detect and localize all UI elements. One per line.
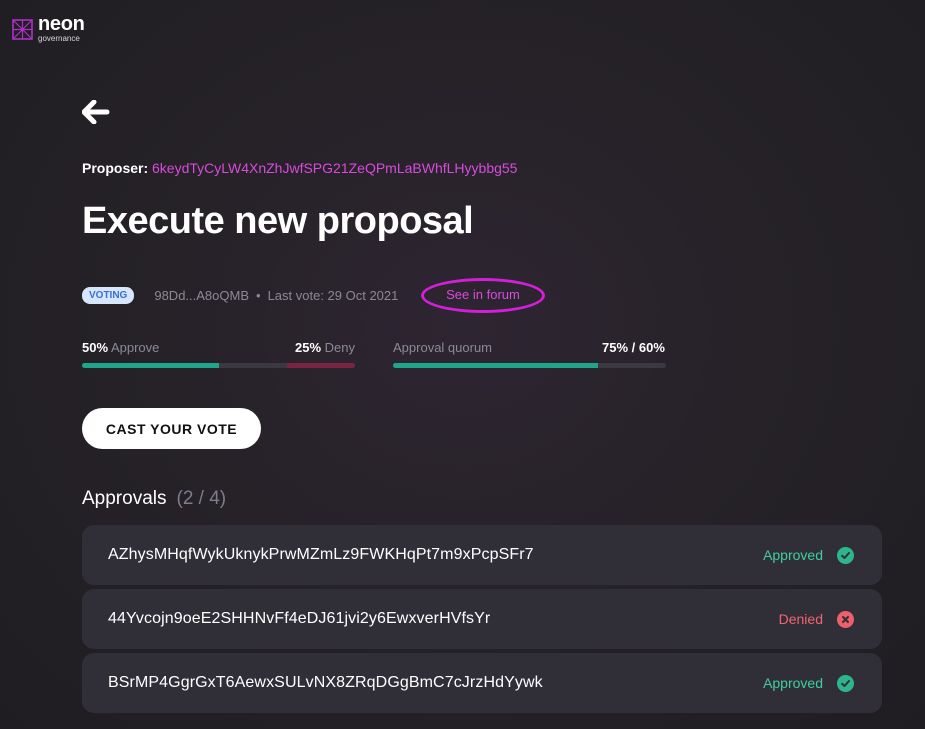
voter-address: 44Yvcojn9oeE2SHHNvFf4eDJ61jvi2y6EwxverHV… [108,610,491,627]
vote-status: Approved [763,547,823,563]
voter-address: BSrMP4GgrGxT6AewxSULvNX8ZRqDGgBmC7cJrzHd… [108,674,543,691]
arrow-left-icon [81,99,110,125]
proposer-label: Proposer: [82,160,149,176]
proposer-address[interactable]: 6keydTyCyLW4XnZhJwfSPG21ZeQPmLaBWhfLHyyb… [152,160,517,176]
neon-logo[interactable]: neon governance [12,13,85,43]
deny-fill [286,363,355,368]
approve-label: Approve [110,340,160,355]
back-button[interactable] [81,99,110,125]
proposer-line: Proposer: 6keydTyCyLW4XnZhJwfSPG21ZeQPmL… [82,160,517,176]
vote-status: Approved [763,675,823,691]
brand-subtitle: governance [38,34,80,43]
quorum-value: 75% / 60% [602,340,665,355]
quorum-label: Approval quorum [393,340,492,355]
approve-percent: 50% [82,340,109,355]
approvals-heading: Approvals (2 / 4) [82,488,226,510]
quorum-value-text: 75% / 60% [602,340,665,355]
deny-label: Deny [324,340,356,355]
proposal-hash: 98Dd...A8oQMB [154,287,249,303]
forum-link-highlight: See in forum [421,278,545,313]
page-title: Execute new proposal [82,200,474,242]
check-circle-icon [837,674,854,692]
check-circle-icon [837,546,854,564]
approve-fill [82,363,219,368]
proposal-meta: VOTING 98Dd...A8oQMB • Last vote: 29 Oct… [82,285,398,305]
approvals-title: Approvals [82,488,167,509]
brand-name: neon [38,13,85,35]
cast-vote-button[interactable]: CAST YOUR VOTE [82,408,261,449]
meta-separator: • [256,287,261,303]
deny-percent: 25% [295,340,322,355]
x-circle-icon [837,610,854,628]
approval-row: AZhysMHqfWykUknykPrwMZmLz9FWKHqPt7m9xPcp… [82,525,882,585]
vote-status: Denied [778,611,823,627]
status-badge: VOTING [82,286,135,304]
last-vote-date: Last vote: 29 Oct 2021 [267,287,399,303]
neon-logo-icon [12,19,33,40]
approve-stat: 50% Approve [82,340,159,355]
approvals-count: (2 / 4) [176,488,227,509]
see-in-forum-link[interactable]: See in forum [421,287,545,302]
approval-row: 44Yvcojn9oeE2SHHNvFf4eDJ61jvi2y6EwxverHV… [82,589,882,649]
deny-stat: 25% Deny [295,340,355,355]
approval-row: BSrMP4GgrGxT6AewxSULvNX8ZRqDGgBmC7cJrzHd… [82,653,882,713]
vote-progress-bar [82,363,355,368]
quorum-progress-bar [393,363,666,368]
voter-address: AZhysMHqfWykUknykPrwMZmLz9FWKHqPt7m9xPcp… [108,546,534,563]
quorum-fill [393,363,598,368]
